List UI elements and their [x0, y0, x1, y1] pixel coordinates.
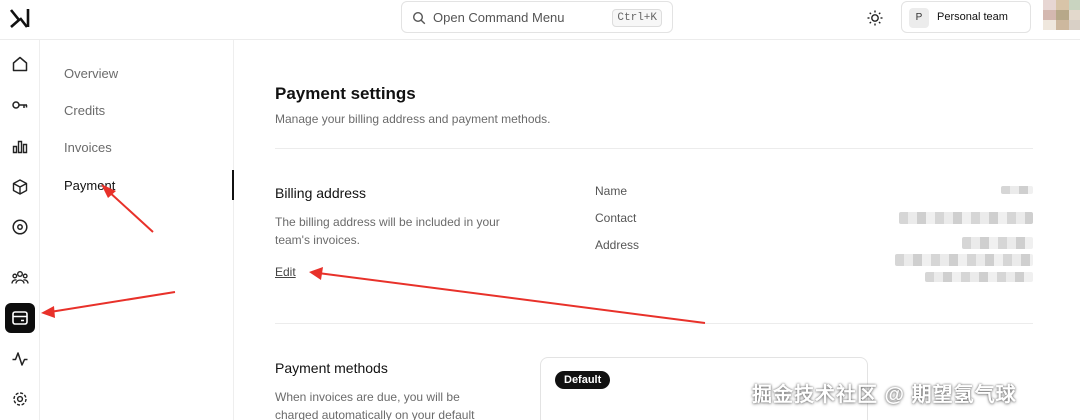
team-name: Personal team — [937, 11, 1008, 23]
page-subtitle: Manage your billing address and payment … — [275, 112, 551, 126]
rail-api-keys[interactable] — [5, 90, 35, 120]
team-initial: P — [909, 8, 929, 28]
rail-billing[interactable] — [5, 303, 35, 333]
subnav-item-invoices[interactable]: Invoices — [64, 140, 112, 155]
redacted-name — [1001, 186, 1033, 194]
page-title: Payment settings — [275, 84, 416, 103]
xai-logo-icon[interactable] — [8, 6, 32, 30]
billing-address-desc: The billing address will be included in … — [275, 215, 500, 247]
billing-subnav: Overview Credits Invoices Payment — [40, 40, 234, 420]
bar-chart-icon — [12, 140, 28, 154]
key-icon — [12, 101, 28, 109]
search-icon — [412, 11, 426, 25]
subnav-item-payment[interactable]: Payment — [64, 178, 115, 193]
billing-address-title: Billing address — [275, 185, 367, 201]
payment-methods-desc: When invoices are due, you will be charg… — [275, 390, 475, 420]
redacted-address-line — [895, 254, 1033, 266]
divider — [275, 323, 1033, 324]
active-indicator — [232, 170, 234, 200]
app-root: Open Command Menu Ctrl+K P Personal team — [0, 0, 1080, 420]
rail-usage[interactable] — [5, 131, 35, 161]
activity-icon — [12, 352, 28, 366]
field-label-address: Address — [595, 238, 640, 252]
default-badge: Default — [555, 371, 611, 389]
redacted-contact — [899, 212, 1033, 224]
billing-icon — [12, 311, 28, 325]
rail-models[interactable] — [5, 172, 35, 202]
rail-team[interactable] — [5, 262, 35, 292]
avatar[interactable] — [1043, 0, 1080, 30]
team-switcher[interactable]: P Personal team — [901, 1, 1031, 33]
command-menu-label: Open Command Menu — [433, 10, 565, 25]
users-icon — [11, 271, 29, 284]
divider — [275, 148, 1033, 149]
command-menu-button[interactable]: Open Command Menu Ctrl+K — [401, 1, 673, 33]
payment-methods-title: Payment methods — [275, 360, 388, 376]
edit-billing-link[interactable]: Edit — [275, 265, 296, 279]
rail-activity[interactable] — [5, 344, 35, 374]
rail-settings[interactable] — [5, 384, 35, 414]
rail-home[interactable] — [5, 49, 35, 79]
compass-icon — [12, 219, 28, 235]
sun-icon[interactable] — [866, 9, 884, 27]
subnav-item-overview[interactable]: Overview — [64, 66, 118, 81]
home-icon — [12, 56, 28, 72]
redacted-address-line — [925, 272, 1033, 282]
cube-icon — [12, 179, 28, 195]
main-content: Payment settings Manage your billing add… — [235, 40, 1080, 420]
subnav-item-credits[interactable]: Credits — [64, 103, 105, 118]
watermark: 掘金技术社区 @ 期望氢气球 — [752, 384, 1017, 406]
field-label-contact: Contact — [595, 211, 637, 225]
settings-icon — [13, 392, 27, 406]
command-shortcut-badge: Ctrl+K — [612, 9, 662, 27]
top-bar: Open Command Menu Ctrl+K P Personal team — [0, 0, 1080, 40]
rail-explore[interactable] — [5, 212, 35, 242]
icon-sidebar — [0, 40, 40, 420]
field-label-name: Name — [595, 184, 628, 198]
redacted-address-line — [962, 237, 1033, 249]
